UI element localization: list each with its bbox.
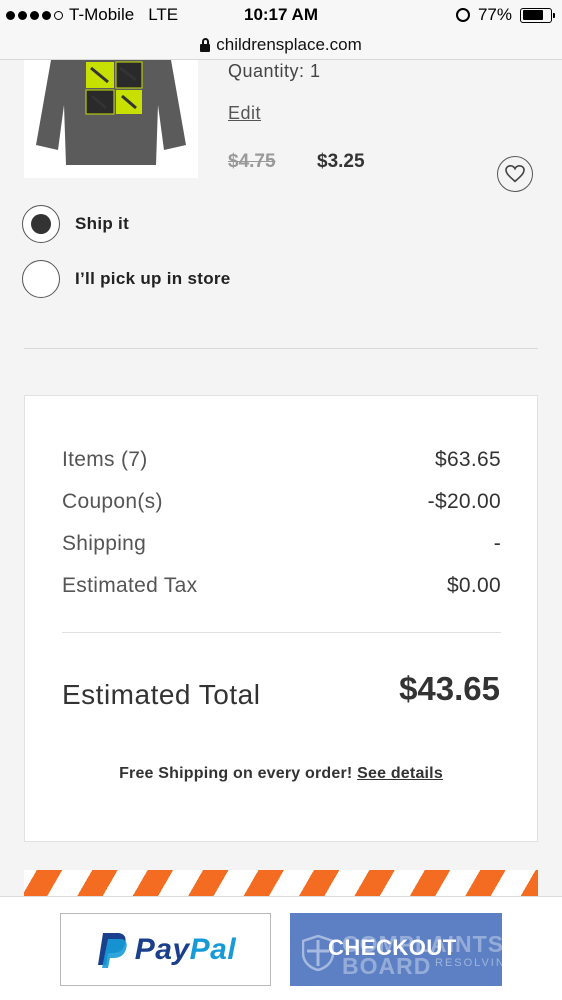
shipping-row: Shipping -: [62, 532, 501, 556]
tax-row: Estimated Tax $0.00: [62, 574, 501, 598]
battery-percent: 77%: [477, 5, 512, 24]
product-quantity: Quantity: 1: [228, 61, 321, 81]
lock-icon: [200, 37, 211, 52]
coupon-value: -$20.00: [427, 490, 501, 513]
checkout-label: CHECKOUT: [328, 935, 457, 960]
battery-icon: [520, 7, 555, 23]
paypal-wordmark: PayPal: [135, 933, 236, 967]
original-price: $4.75: [228, 151, 276, 172]
tax-value: $0.00: [446, 574, 501, 597]
shirt-image: [36, 60, 186, 165]
pickup-radio[interactable]: [22, 260, 60, 298]
paypal-logo-icon: [97, 932, 127, 968]
coupon-row: Coupon(s) -$20.00: [62, 490, 501, 514]
wishlist-button[interactable]: [497, 156, 533, 192]
see-details-link[interactable]: See details: [357, 765, 443, 782]
ship-it-label: Ship it: [75, 214, 130, 233]
alarm-icon: [455, 8, 470, 22]
ship-it-option[interactable]: Ship it: [22, 205, 129, 243]
checkout-button[interactable]: COMPLAINTS BOARD RESOLVING SINCE 2003 CH…: [290, 913, 502, 986]
coupon-label: Coupon(s): [62, 490, 163, 513]
total-label: Estimated Total: [62, 679, 261, 710]
address-bar[interactable]: childrensplace.com: [0, 30, 562, 60]
summary-divider: [62, 632, 501, 633]
paypal-button[interactable]: PayPal: [60, 913, 271, 986]
shipping-value: -: [493, 532, 501, 555]
section-divider: [24, 348, 538, 349]
url-text: childrensplace.com: [216, 34, 362, 54]
product-info: Quantity: 1 Edit $4.75 $3.25: [228, 60, 365, 172]
heart-icon: [505, 165, 525, 183]
edit-link[interactable]: Edit: [228, 103, 261, 124]
paypal-pay: Pay: [134, 932, 190, 966]
sale-price: $3.25: [317, 151, 365, 172]
items-value: $63.65: [434, 448, 501, 471]
free-shipping-text: Free Shipping on every order!: [119, 765, 353, 782]
status-right: 77%: [455, 5, 555, 25]
items-label: Items (7): [62, 448, 148, 471]
ship-it-radio[interactable]: [22, 205, 60, 243]
shipping-label: Shipping: [62, 532, 147, 555]
free-shipping-note: Free Shipping on every order! See detail…: [25, 765, 537, 783]
status-bar: T-Mobile LTE 10:17 AM 77%: [0, 0, 562, 30]
checkout-bar: PayPal COMPLAINTS BOARD RESOLVING SINCE …: [0, 896, 562, 1000]
paypal-pal: Pal: [189, 932, 237, 966]
pickup-label: I’ll pick up in store: [75, 269, 231, 288]
pickup-option[interactable]: I’ll pick up in store: [22, 260, 231, 298]
total-value: $43.65: [399, 670, 500, 707]
items-row: Items (7) $63.65: [62, 448, 501, 472]
tax-label: Estimated Tax: [62, 574, 198, 597]
order-summary-card: Items (7) $63.65 Coupon(s) -$20.00 Shipp…: [24, 395, 538, 842]
product-image[interactable]: [24, 60, 198, 178]
